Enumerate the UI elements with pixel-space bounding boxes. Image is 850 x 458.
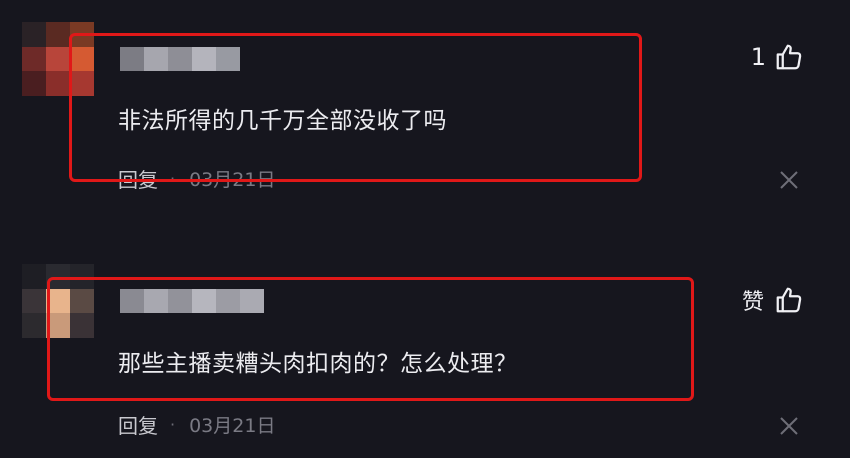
separator-dot: · — [170, 169, 176, 188]
comment-text: 那些主播卖糟头肉扣肉的？怎么处理？ — [118, 351, 518, 377]
avatar[interactable] — [22, 264, 94, 338]
close-icon[interactable] — [778, 169, 800, 191]
comment-meta: 回复 · 03月21日 — [118, 410, 275, 439]
comment-item: 那些主播卖糟头肉扣肉的？怎么处理？ 回复 · 03月21日 赞 — [0, 258, 850, 458]
avatar[interactable] — [22, 22, 94, 96]
reply-button[interactable]: 回复 — [118, 410, 158, 439]
username-blurred[interactable] — [120, 47, 240, 71]
comment-date: 03月21日 — [189, 415, 276, 437]
comment-item: 非法所得的几千万全部没收了吗 回复 · 03月21日 1 — [0, 0, 850, 200]
thumbs-up-icon — [776, 44, 802, 70]
reply-button[interactable]: 回复 — [118, 164, 158, 193]
like-button[interactable]: 赞 — [742, 284, 804, 316]
separator-dot: · — [170, 415, 176, 434]
thumbs-up-icon — [776, 287, 802, 313]
username-blurred[interactable] — [120, 289, 264, 313]
comment-meta: 回复 · 03月21日 — [118, 164, 275, 193]
like-button[interactable]: 1 — [751, 42, 804, 72]
like-label: 赞 — [741, 290, 764, 315]
comment-text: 非法所得的几千万全部没收了吗 — [118, 108, 447, 134]
like-count: 1 — [750, 43, 766, 71]
comment-date: 03月21日 — [189, 169, 276, 191]
close-icon[interactable] — [778, 415, 800, 437]
